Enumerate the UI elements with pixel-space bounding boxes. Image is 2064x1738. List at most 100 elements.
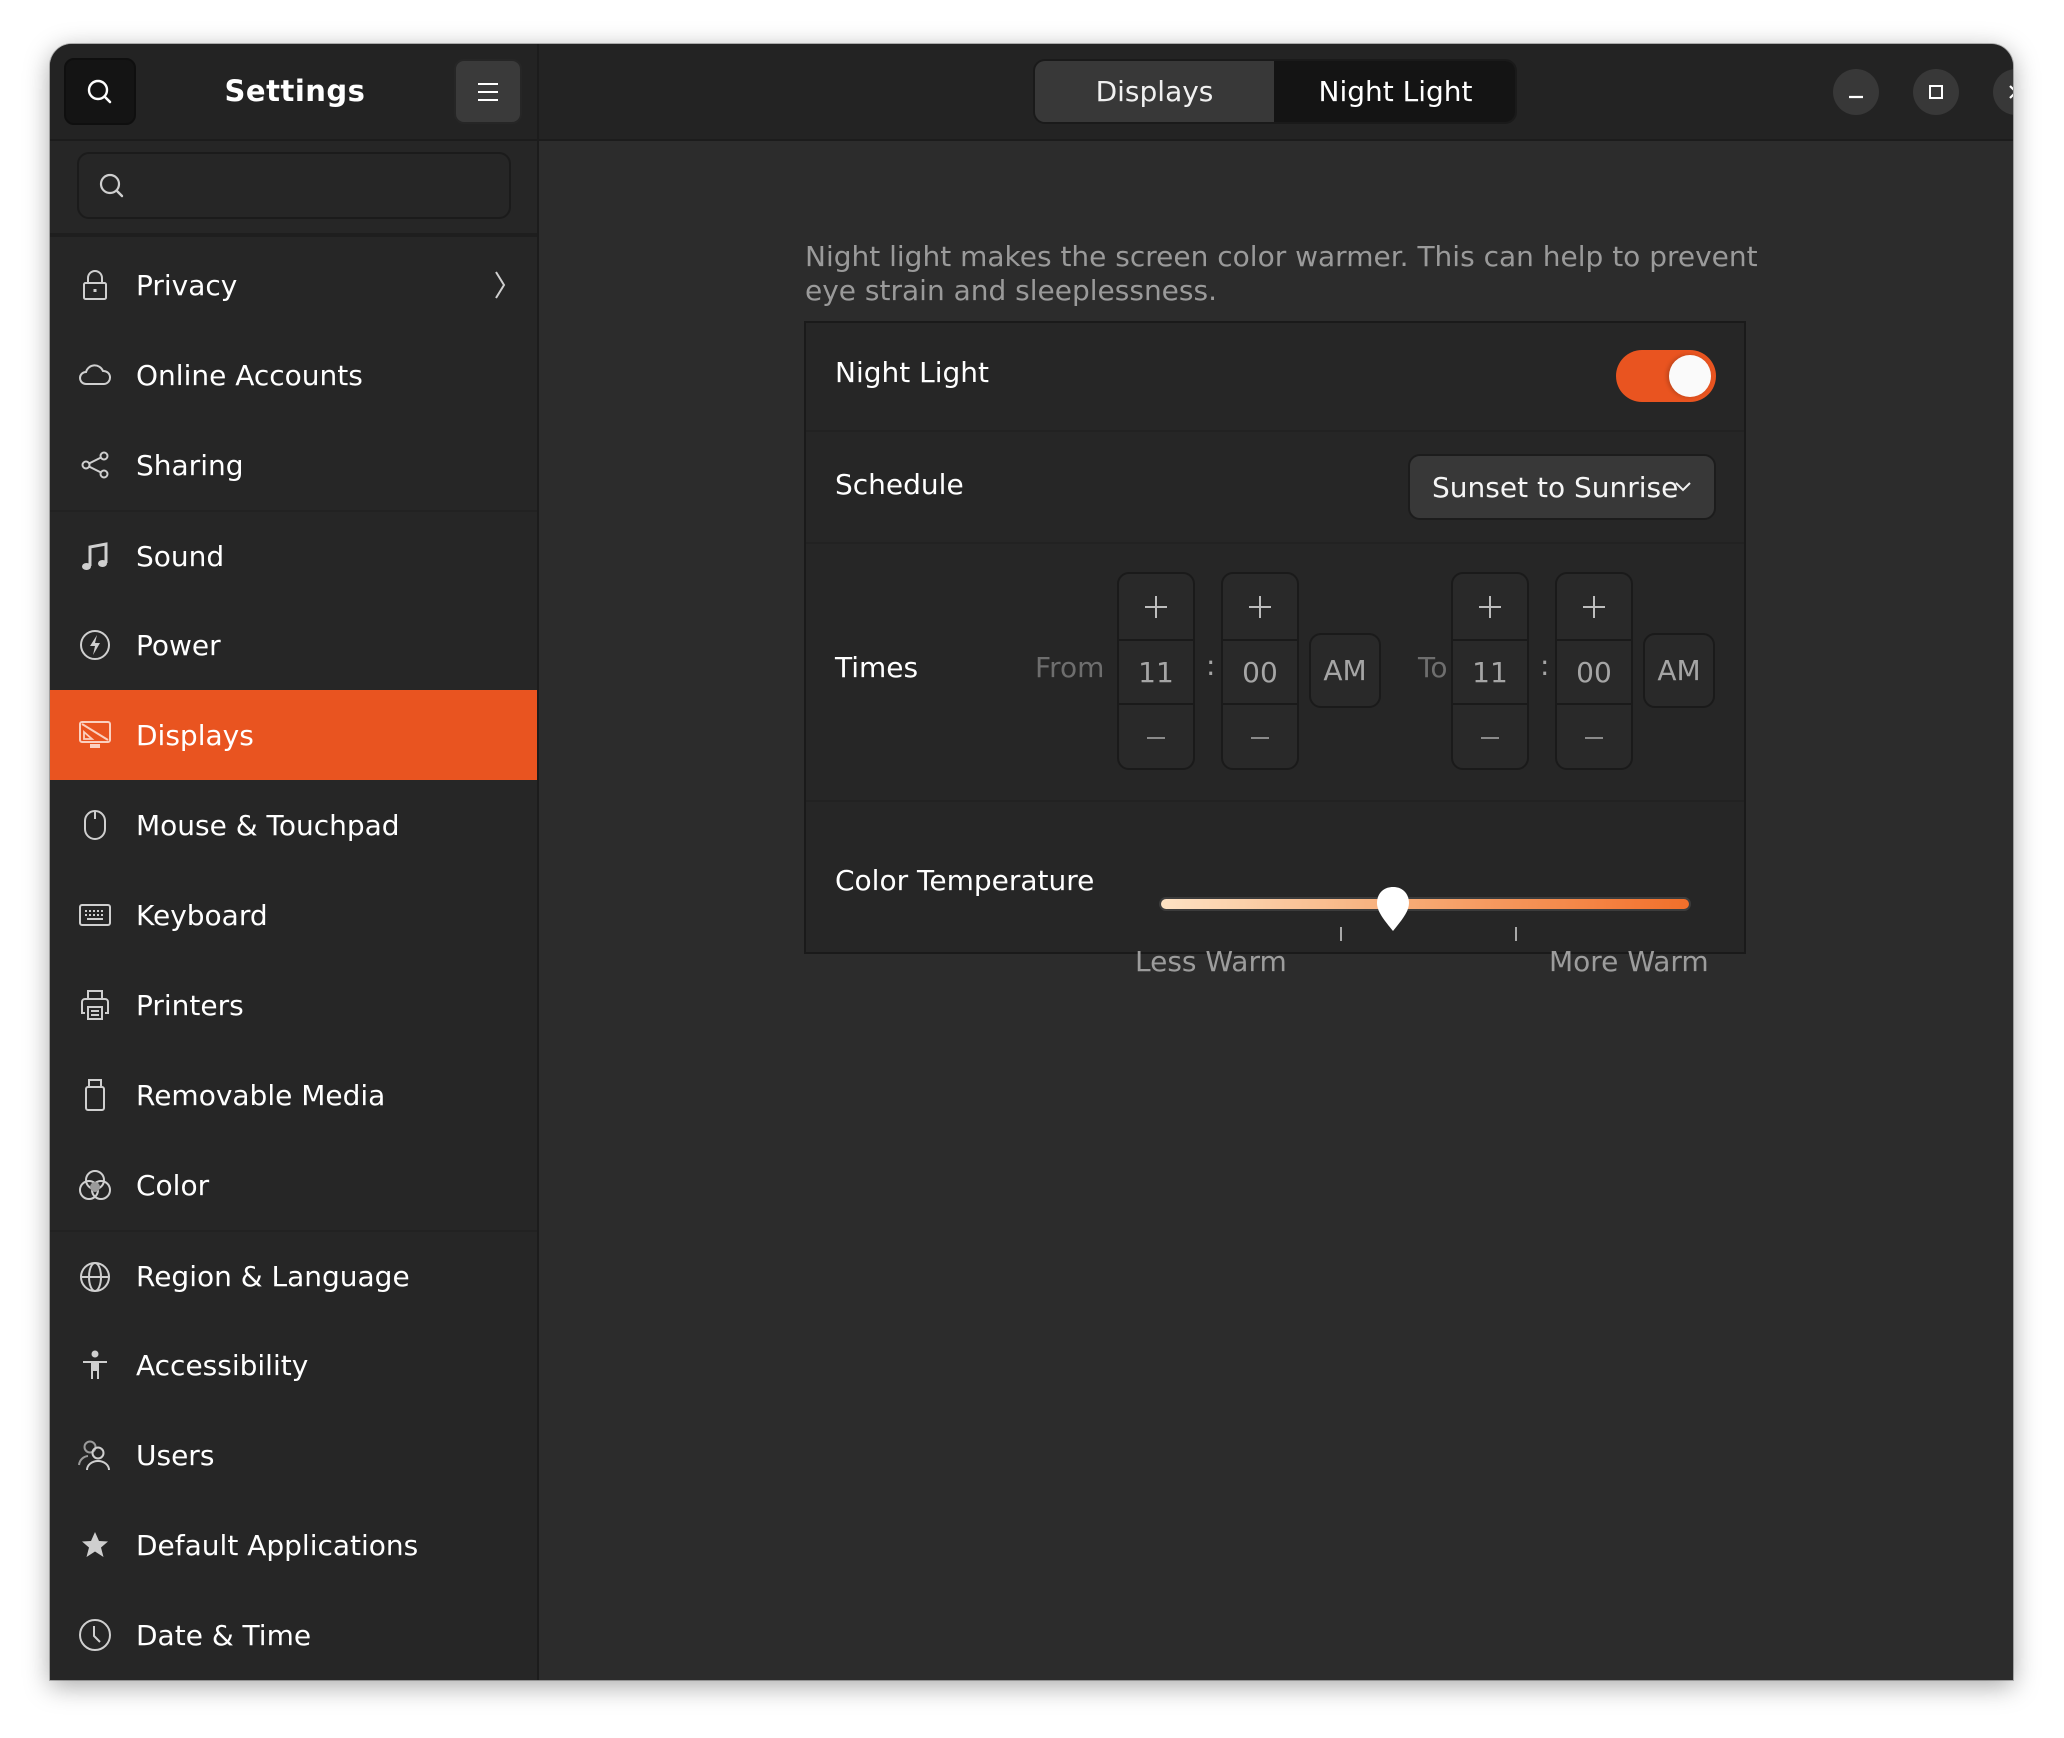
tab-night-light[interactable]: Night Light (1276, 61, 1515, 122)
sidebar-item-label: Mouse & Touchpad (136, 808, 400, 842)
to-minute-spinner: 00 (1555, 572, 1633, 770)
to-period-button[interactable]: AM (1643, 633, 1715, 708)
slider-tick-mark (1339, 927, 1342, 941)
plus-icon (1249, 595, 1271, 618)
schedule-label: Schedule (835, 468, 964, 501)
sidebar-item-printers[interactable]: Printers (50, 960, 537, 1050)
minus-icon (1585, 736, 1603, 739)
sidebar-list: Privacy Online Accounts Sharing Sound Po… (50, 240, 537, 1680)
from-hour-value[interactable]: 11 (1119, 639, 1193, 705)
to-minute-decrement-button[interactable] (1557, 705, 1631, 768)
sidebar-item-users[interactable]: Users (50, 1410, 537, 1500)
night-light-settings-card: Night Light Schedule Sunset to Sunrise T… (804, 321, 1746, 978)
sidebar-item-mouse-touchpad[interactable]: Mouse & Touchpad (50, 780, 537, 870)
schedule-row: Schedule Sunset to Sunrise (806, 430, 1744, 542)
more-warm-label: More Warm (1549, 945, 1709, 978)
night-light-description: Night light makes the screen color warme… (805, 240, 1758, 307)
minus-icon (1147, 736, 1165, 739)
sidebar-item-date-time[interactable]: Date & Time (50, 1590, 537, 1680)
from-hour-spinner: 11 (1117, 572, 1195, 770)
to-hour-value[interactable]: 11 (1453, 639, 1527, 705)
from-label: From (1035, 651, 1105, 684)
sidebar-search-field[interactable] (77, 152, 511, 219)
to-hour-decrement-button[interactable] (1453, 705, 1527, 768)
sidebar-item-online-accounts[interactable]: Online Accounts (50, 330, 537, 420)
from-minute-decrement-button[interactable] (1223, 705, 1297, 768)
users-icon (78, 1438, 112, 1472)
color-temperature-slider[interactable] (1159, 897, 1691, 911)
sidebar-item-label: Printers (136, 988, 244, 1022)
minimize-icon (1849, 95, 1863, 99)
clock-icon (78, 1618, 112, 1652)
sidebar-item-label: Power (136, 628, 221, 662)
night-light-toggle[interactable] (1616, 350, 1716, 402)
sidebar-item-label: Sharing (136, 448, 244, 482)
to-hour-increment-button[interactable] (1453, 574, 1527, 639)
sidebar-search-area (50, 141, 537, 237)
to-minute-increment-button[interactable] (1557, 574, 1631, 639)
sidebar-item-label: Keyboard (136, 898, 268, 932)
search-icon (87, 79, 112, 103)
to-minute-value[interactable]: 00 (1557, 639, 1631, 705)
sidebar-item-accessibility[interactable]: Accessibility (50, 1320, 537, 1410)
search-toggle-button[interactable] (64, 58, 136, 125)
close-icon (2009, 85, 2013, 99)
to-label: To (1418, 651, 1448, 684)
from-time-separator: : (1206, 649, 1216, 682)
accessibility-icon (78, 1348, 112, 1382)
sidebar-item-label: Removable Media (136, 1078, 386, 1112)
display-icon (78, 718, 112, 752)
from-hour-decrement-button[interactable] (1119, 705, 1193, 768)
main-menu-button[interactable] (454, 59, 522, 124)
slider-handle[interactable] (1375, 885, 1411, 933)
sidebar: Settings Privacy Online Accounts Sharing… (50, 44, 539, 1680)
sidebar-item-label: Privacy (136, 268, 238, 302)
times-label: Times (835, 651, 919, 684)
to-hour-spinner: 11 (1451, 572, 1529, 770)
sidebar-item-label: Date & Time (136, 1618, 312, 1652)
lock-icon (78, 268, 112, 302)
minus-icon (1481, 736, 1499, 739)
keyboard-icon (78, 898, 112, 932)
night-light-row: Night Light (806, 323, 1744, 430)
sidebar-item-region-language[interactable]: Region & Language (50, 1230, 537, 1320)
sidebar-item-label: Online Accounts (136, 358, 363, 392)
color-temperature-label: Color Temperature (835, 864, 1095, 897)
sidebar-item-label: Users (136, 1438, 215, 1472)
sidebar-item-privacy[interactable]: Privacy (50, 240, 537, 330)
sidebar-item-keyboard[interactable]: Keyboard (50, 870, 537, 960)
minimize-button[interactable] (1833, 69, 1879, 115)
times-row: Times From 11 : 00 AM To 11 : 00 AM (806, 542, 1744, 800)
chevron-down-icon (1675, 482, 1691, 492)
tab-displays[interactable]: Displays (1035, 61, 1276, 122)
search-icon (99, 173, 124, 198)
sidebar-item-default-applications[interactable]: Default Applications (50, 1500, 537, 1590)
from-period-button[interactable]: AM (1309, 633, 1381, 708)
sidebar-item-label: Accessibility (136, 1348, 309, 1382)
sidebar-item-label: Default Applications (136, 1528, 419, 1562)
from-minute-value[interactable]: 00 (1223, 639, 1297, 705)
music-note-icon (78, 540, 112, 574)
sidebar-item-sharing[interactable]: Sharing (50, 420, 537, 510)
sidebar-item-color[interactable]: Color (50, 1140, 537, 1230)
less-warm-label: Less Warm (1135, 945, 1287, 978)
sidebar-item-sound[interactable]: Sound (50, 510, 537, 600)
sidebar-item-label: Color (136, 1168, 210, 1202)
usb-drive-icon (78, 1078, 112, 1112)
sidebar-item-removable-media[interactable]: Removable Media (50, 1050, 537, 1140)
night-light-label: Night Light (835, 356, 989, 389)
sidebar-item-power[interactable]: Power (50, 600, 537, 690)
schedule-dropdown[interactable]: Sunset to Sunrise (1408, 454, 1716, 520)
close-button[interactable] (1993, 69, 2013, 115)
from-hour-increment-button[interactable] (1119, 574, 1193, 639)
from-minute-increment-button[interactable] (1223, 574, 1297, 639)
sidebar-item-displays[interactable]: Displays (50, 690, 537, 780)
hamburger-menu-icon (478, 82, 498, 101)
maximize-button[interactable] (1913, 69, 1959, 115)
to-time-separator: : (1540, 649, 1550, 682)
chevron-right-icon (493, 268, 507, 306)
view-switcher: Displays Night Light (1033, 59, 1517, 124)
settings-window: Settings Privacy Online Accounts Sharing… (50, 44, 2013, 1680)
sidebar-item-label: Sound (136, 539, 225, 573)
sidebar-search-input[interactable] (139, 154, 503, 219)
